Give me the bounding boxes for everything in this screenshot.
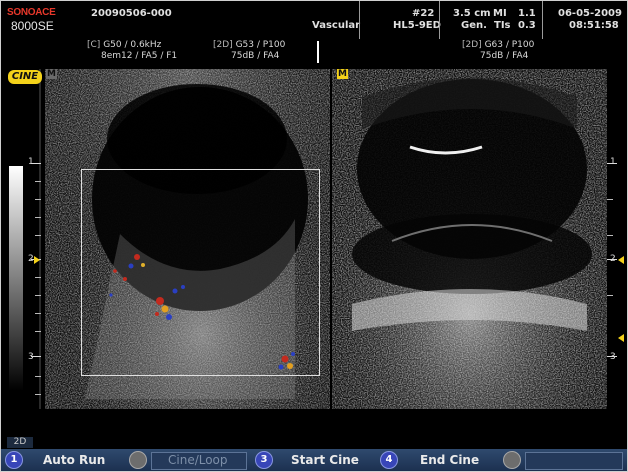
depth-label-right-2: 2 (610, 254, 616, 264)
bmode-params-right: [2D] G63 / P100 75dB / FA4 (462, 40, 534, 62)
header-divider (542, 1, 543, 39)
mi-label: MI (493, 8, 507, 19)
bmode-params-left-line1: G53 / P100 (235, 40, 286, 50)
color-params-line1: G50 / 0.6kHz (103, 40, 162, 50)
bmode-params-right-line1: G63 / P100 (484, 40, 535, 50)
mode-value: Gen. (461, 20, 487, 31)
bmode-params-right-tag: [2D] (462, 40, 482, 50)
softkey-3[interactable]: 3 (255, 451, 273, 469)
mode-tab[interactable]: 2D (7, 437, 33, 448)
ultrasound-screen: SONOACE 8000SE 20090506-000 Vascular #22… (0, 0, 628, 472)
softkey-1[interactable]: 1 (5, 451, 23, 469)
depth-scale-right (607, 163, 627, 416)
status-header: SONOACE 8000SE 20090506-000 Vascular #22… (1, 1, 627, 41)
depth-label-3: 3 (28, 352, 34, 362)
cine-badge: CINE (8, 70, 42, 84)
model-name: 8000SE (11, 19, 54, 33)
depth-label-1: 1 (28, 157, 34, 167)
bmode-params-left-line2: 75dB / FA4 (231, 51, 280, 61)
auto-run-button[interactable]: Auto Run (43, 453, 105, 467)
left-image-pane[interactable] (45, 69, 330, 409)
color-params-tag: [C] (87, 40, 101, 50)
tis-label: TIs (494, 20, 511, 31)
scale-tick (35, 376, 41, 377)
bmode-params-left: [2D] G53 / P100 75dB / FA4 (213, 40, 285, 62)
softkey-3-number: 3 (255, 451, 273, 469)
depth-scale-left (25, 163, 47, 416)
color-params-line2: 8em12 / FA5 / F1 (101, 51, 178, 61)
scale-tick (607, 235, 613, 236)
grayscale-bar (9, 166, 23, 391)
left-sonogram (45, 69, 330, 409)
depth-label-right-1: 1 (610, 157, 616, 167)
scale-tick (35, 331, 41, 332)
depth-value: 3.5 cm (453, 8, 491, 19)
preset-number: #22 (412, 8, 435, 19)
scale-tick (607, 199, 613, 200)
focus-marker-right-2 (618, 334, 624, 342)
tis-value: 0.3 (518, 20, 536, 31)
scale-tick (35, 313, 41, 314)
scale-tick (35, 199, 41, 200)
scale-tick (35, 181, 41, 182)
scale-tick (35, 295, 41, 296)
focus-marker-left (34, 256, 40, 264)
header-divider (439, 1, 440, 39)
softkey-1-number: 1 (5, 451, 23, 469)
right-sonogram (332, 69, 607, 409)
brand-logo: SONOACE (7, 7, 56, 18)
probe-name: HL5-9ED (393, 20, 441, 31)
softkey-5-knob (503, 451, 521, 469)
focus-marker-right (618, 256, 624, 264)
color-params: [C] G50 / 0.6kHz 8em12 / FA5 / F1 (87, 40, 177, 62)
scale-tick (35, 217, 41, 218)
bmode-params-left-tag: [2D] (213, 40, 233, 50)
softkey-5-box (525, 452, 623, 470)
mi-value: 1.1 (518, 8, 536, 19)
softkey-4[interactable]: 4 (380, 451, 398, 469)
scale-tick (35, 277, 41, 278)
right-image-pane[interactable] (332, 69, 607, 409)
scale-tick (35, 235, 41, 236)
start-cine-button[interactable]: Start Cine (291, 453, 359, 467)
right-orientation-marker: M (337, 69, 348, 79)
depth-label-right-3: 3 (610, 352, 616, 362)
exam-time: 08:51:58 (569, 20, 619, 31)
softkey-4-number: 4 (380, 451, 398, 469)
left-orientation-marker: M (46, 69, 57, 79)
parameter-divider (317, 41, 319, 63)
header-divider (359, 1, 360, 39)
depth-label-2: 2 (28, 254, 34, 264)
scale-tick (35, 394, 41, 395)
scale-tick (607, 295, 613, 296)
patient-id: 20090506-000 (91, 8, 172, 19)
cine-loop-button[interactable]: Cine/Loop (168, 453, 228, 467)
softkey-2-knob (129, 451, 147, 469)
softkey-5[interactable] (503, 451, 521, 469)
softkey-bar: 1 Auto Run Cine/Loop 3 Start Cine 4 End … (1, 449, 627, 471)
softkey-2[interactable] (129, 451, 147, 469)
bmode-params-right-line2: 75dB / FA4 (480, 51, 529, 61)
application-label: Vascular (312, 20, 361, 31)
exam-date: 06-05-2009 (558, 8, 622, 19)
end-cine-button[interactable]: End Cine (420, 453, 479, 467)
